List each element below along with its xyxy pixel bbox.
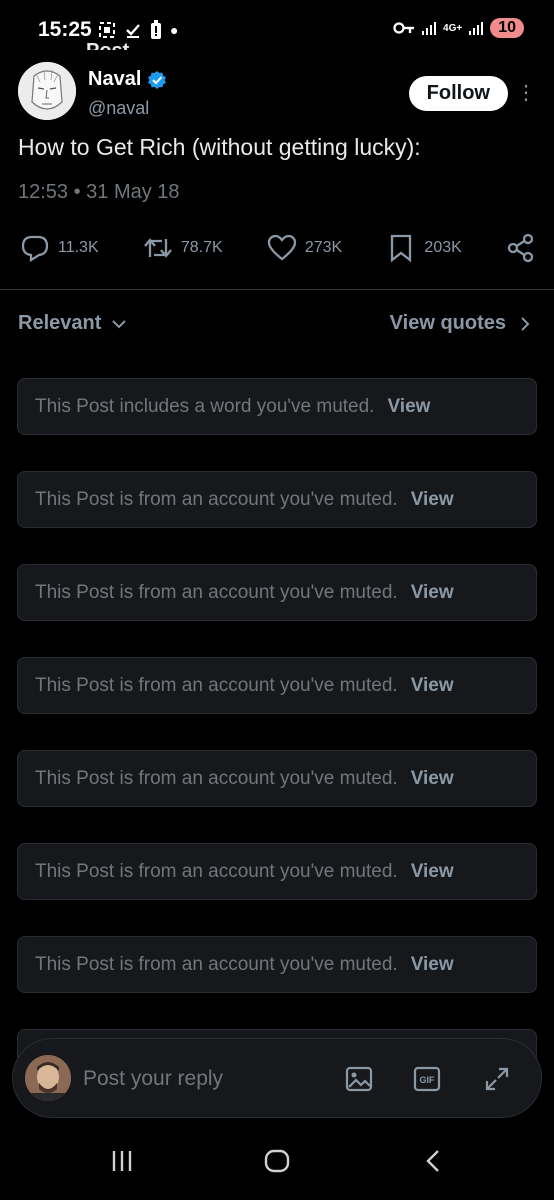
status-right-icons: 4G+ 10 (393, 18, 524, 38)
signal-icon (422, 22, 437, 35)
download-done-icon (126, 24, 140, 38)
author-row: Naval @naval Follow ⋮ (18, 62, 536, 124)
network-type: 4G+ (443, 22, 463, 34)
expand-icon[interactable] (483, 1065, 511, 1093)
muted-notice-text: This Post is from an account you've mute… (35, 860, 398, 882)
author-name-row[interactable]: Naval (88, 68, 167, 91)
gif-icon[interactable]: GIF (413, 1065, 441, 1093)
muted-post-notice: This Post is from an account you've mute… (17, 750, 537, 807)
user-avatar (25, 1055, 71, 1101)
like-action[interactable]: 273K (267, 233, 342, 263)
muted-notice-text: This Post is from an account you've mute… (35, 674, 398, 696)
bookmark-icon (391, 234, 412, 263)
like-count: 273K (304, 239, 343, 256)
recent-apps-icon[interactable] (110, 1148, 134, 1174)
muted-post-notice: This Post is from an account you've mute… (17, 657, 537, 714)
relevant-label: Relevant (18, 312, 102, 334)
bookmark-count: 203K (424, 239, 462, 256)
view-quotes-label: View quotes (389, 312, 506, 334)
dot-icon: ● (170, 22, 179, 38)
relevant-sort-button[interactable]: Relevant (18, 312, 127, 335)
author-handle[interactable]: @naval (88, 98, 149, 119)
muted-notice-text: This Post includes a word you've muted. (35, 395, 375, 417)
status-bar: 15:25 ● 4G+ 10 (0, 0, 554, 58)
view-muted-post-button[interactable]: View (411, 954, 454, 976)
repost-action[interactable]: 78.7K (143, 233, 223, 263)
reply-input[interactable]: Post your reply (83, 1067, 223, 1091)
view-quotes-link[interactable]: View quotes (390, 312, 532, 335)
user-photo-icon (25, 1055, 71, 1101)
bookmark-action[interactable]: 203K (386, 233, 462, 263)
view-muted-post-button[interactable]: View (411, 489, 454, 511)
image-icon[interactable] (345, 1065, 373, 1093)
reply-count: 11.3K (58, 239, 99, 256)
muted-post-notice: This Post is from an account you've mute… (17, 471, 537, 528)
replies-sort-row: Relevant View quotes (18, 312, 532, 342)
svg-text:GIF: GIF (420, 1075, 436, 1085)
section-divider (0, 289, 554, 290)
post-timestamp[interactable]: 12:53 • 31 May 18 (18, 181, 180, 204)
author-name[interactable]: Naval (88, 68, 141, 91)
battery-alert-icon (151, 20, 161, 39)
more-options-icon[interactable]: ⋮ (516, 80, 536, 105)
share-icon (507, 233, 534, 263)
verified-badge-icon (148, 70, 167, 89)
post-text: How to Get Rich (without getting lucky): (18, 134, 421, 160)
muted-post-notice: This Post includes a word you've muted. … (17, 378, 537, 435)
muted-post-notice: This Post is from an account you've mute… (17, 843, 537, 900)
muted-notice-text: This Post is from an account you've mute… (35, 488, 398, 510)
view-muted-post-button[interactable]: View (411, 582, 454, 604)
view-muted-post-button[interactable]: View (411, 675, 454, 697)
chevron-down-icon (112, 319, 127, 328)
system-nav-bar (0, 1130, 554, 1200)
avatar-sketch-icon (18, 62, 76, 120)
repost-icon (143, 238, 172, 258)
home-icon[interactable] (264, 1148, 290, 1174)
view-muted-post-button[interactable]: View (411, 768, 454, 790)
notification-badge: 10 (490, 18, 524, 38)
signal-icon-2 (469, 22, 484, 35)
muted-replies-list: This Post includes a word you've muted. … (17, 378, 537, 1105)
heart-icon (267, 234, 296, 261)
view-muted-post-button[interactable]: View (411, 861, 454, 883)
view-muted-post-button[interactable]: View (387, 396, 430, 418)
muted-post-notice: This Post is from an account you've mute… (17, 564, 537, 621)
status-left-icons: ● (98, 20, 178, 40)
muted-post-notice: This Post is from an account you've mute… (17, 936, 537, 993)
screenshot-icon (99, 22, 115, 38)
muted-notice-text: This Post is from an account you've mute… (35, 767, 398, 789)
share-action[interactable] (506, 233, 536, 263)
follow-button[interactable]: Follow (408, 76, 508, 111)
header-title: Post (86, 40, 129, 50)
chevron-right-icon (521, 316, 530, 331)
post-actions: 11.3K 78.7K 273K 203K (20, 228, 536, 268)
vpn-key-icon (393, 22, 415, 34)
muted-notice-text: This Post is from an account you've mute… (35, 581, 398, 603)
back-icon[interactable] (422, 1148, 444, 1174)
muted-notice-text: This Post is from an account you've mute… (35, 953, 398, 975)
reply-action[interactable]: 11.3K (20, 233, 99, 263)
repost-count: 78.7K (180, 239, 223, 256)
reply-composer[interactable]: Post your reply GIF (12, 1038, 542, 1118)
status-time: 15:25 (38, 18, 92, 41)
author-avatar[interactable] (18, 62, 76, 120)
reply-icon (21, 235, 49, 263)
